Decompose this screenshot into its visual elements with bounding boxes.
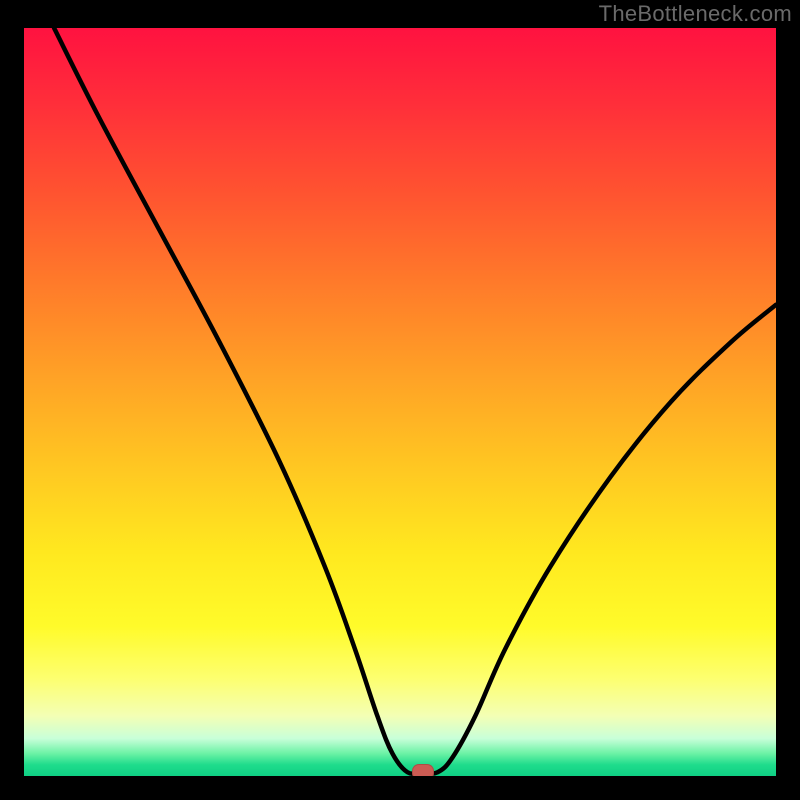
- optimal-point-marker: [412, 764, 434, 776]
- bottleneck-curve: [24, 28, 776, 776]
- watermark-text: TheBottleneck.com: [599, 1, 792, 27]
- plot-area: [24, 28, 776, 776]
- chart-frame: TheBottleneck.com: [0, 0, 800, 800]
